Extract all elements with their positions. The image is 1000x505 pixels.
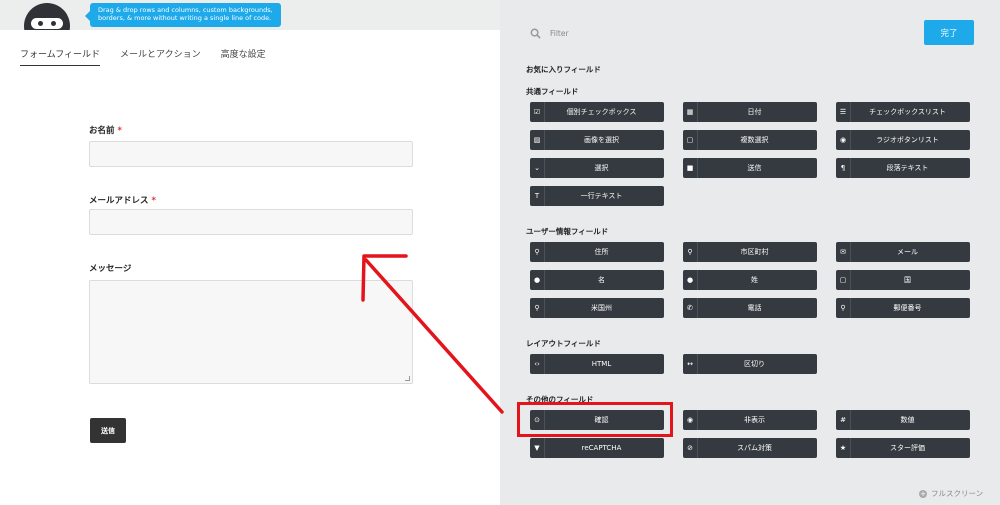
user-icon: ● bbox=[530, 270, 545, 290]
email-input[interactable] bbox=[89, 209, 413, 235]
square-icon: ▢ bbox=[683, 130, 698, 150]
field-anti-spam[interactable]: ⊘ スパム対策 bbox=[683, 438, 817, 458]
text-icon: T bbox=[530, 186, 545, 206]
field-single-line-text[interactable]: T 一行テキスト bbox=[530, 186, 664, 206]
search-icon bbox=[530, 28, 541, 39]
done-button[interactable]: 完了 bbox=[924, 20, 974, 45]
section-favorites: お気に入りフィールド bbox=[526, 65, 601, 74]
submit-button[interactable]: 送信 bbox=[90, 418, 126, 443]
form-preview-panel: フォームフィールド メールとアクション 高度な設定 お名前 * メールアドレス * … bbox=[0, 30, 500, 505]
field-email[interactable]: ✉ メール bbox=[836, 242, 970, 262]
phone-icon: ✆ bbox=[683, 298, 698, 318]
field-phone[interactable]: ✆ 電話 bbox=[683, 298, 817, 318]
stop-icon: ■ bbox=[683, 158, 698, 178]
builder-tabs: フォームフィールド メールとアクション 高度な設定 bbox=[20, 47, 266, 66]
hash-icon: # bbox=[836, 410, 851, 430]
field-divider[interactable]: ↔ 区切り bbox=[683, 354, 817, 374]
section-user-info: ユーザー情報フィールド bbox=[526, 227, 609, 236]
checkbox-icon: ☑ bbox=[530, 102, 545, 122]
field-zip[interactable]: ⚲ 郵便番号 bbox=[836, 298, 970, 318]
field-address[interactable]: ⚲ 住所 bbox=[530, 242, 664, 262]
map-marker-icon: ⚲ bbox=[683, 242, 698, 262]
map-marker-icon: ⚲ bbox=[530, 298, 545, 318]
ban-icon: ⊘ bbox=[683, 438, 698, 458]
field-submit[interactable]: ■ 送信 bbox=[683, 158, 817, 178]
field-checkbox-list[interactable]: ☰ チェックボックスリスト bbox=[836, 102, 970, 122]
field-us-state[interactable]: ⚲ 米国州 bbox=[530, 298, 664, 318]
tab-form-fields[interactable]: フォームフィールド bbox=[20, 47, 101, 66]
section-layout: レイアウトフィールド bbox=[526, 339, 601, 348]
filter-icon: ▼ bbox=[530, 438, 545, 458]
field-number[interactable]: # 数値 bbox=[836, 410, 970, 430]
tab-emails-actions[interactable]: メールとアクション bbox=[120, 47, 201, 66]
field-star-rating[interactable]: ★ スター評価 bbox=[836, 438, 970, 458]
square-icon: ▢ bbox=[836, 270, 851, 290]
divider-icon: ↔ bbox=[683, 354, 698, 374]
message-textarea[interactable] bbox=[89, 280, 413, 384]
promo-tooltip: Drag & drop rows and columns, custom bac… bbox=[85, 3, 281, 27]
plus-circle-icon: + bbox=[919, 489, 927, 498]
image-icon: ▨ bbox=[530, 130, 545, 150]
radio-icon: ◉ bbox=[836, 130, 851, 150]
field-hidden[interactable]: ◉ 非表示 bbox=[683, 410, 817, 430]
field-select-image[interactable]: ▨ 画像を選択 bbox=[530, 130, 664, 150]
map-marker-icon: ⚲ bbox=[836, 298, 851, 318]
message-field-label: メッセージ bbox=[89, 264, 132, 274]
filter-input[interactable]: Filter bbox=[550, 29, 569, 38]
field-recaptcha[interactable]: ▼ reCAPTCHA bbox=[530, 438, 664, 458]
list-icon: ☰ bbox=[836, 102, 851, 122]
resize-handle[interactable] bbox=[405, 376, 410, 381]
field-single-checkbox[interactable]: ☑ 個別チェックボックス bbox=[530, 102, 664, 122]
star-icon: ★ bbox=[836, 438, 851, 458]
field-multi-select[interactable]: ▢ 複数選択 bbox=[683, 130, 817, 150]
field-last-name[interactable]: ● 姓 bbox=[683, 270, 817, 290]
field-radio-list[interactable]: ◉ ラジオボタンリスト bbox=[836, 130, 970, 150]
chevron-down-icon: ⌄ bbox=[530, 158, 545, 178]
field-paragraph-text[interactable]: ¶ 段落テキスト bbox=[836, 158, 970, 178]
field-city[interactable]: ⚲ 市区町村 bbox=[683, 242, 817, 262]
name-field-label: お名前 * bbox=[89, 126, 122, 136]
fullscreen-toggle[interactable]: + フルスクリーン bbox=[919, 488, 983, 499]
name-input[interactable] bbox=[89, 141, 413, 167]
required-mark: * bbox=[151, 196, 156, 206]
section-common: 共通フィールド bbox=[526, 87, 579, 96]
user-icon: ● bbox=[683, 270, 698, 290]
required-mark: * bbox=[117, 126, 122, 136]
field-html[interactable]: ‹› HTML bbox=[530, 354, 664, 374]
calendar-icon: ▦ bbox=[683, 102, 698, 122]
eye-slash-icon: ◉ bbox=[683, 410, 698, 430]
highlight-box bbox=[517, 402, 673, 437]
email-field-label: メールアドレス * bbox=[89, 196, 156, 206]
field-first-name[interactable]: ● 名 bbox=[530, 270, 664, 290]
code-icon: ‹› bbox=[530, 354, 545, 374]
tab-advanced[interactable]: 高度な設定 bbox=[221, 47, 266, 66]
field-date[interactable]: ▦ 日付 bbox=[683, 102, 817, 122]
field-select[interactable]: ⌄ 選択 bbox=[530, 158, 664, 178]
field-country[interactable]: ▢ 国 bbox=[836, 270, 970, 290]
envelope-icon: ✉ bbox=[836, 242, 851, 262]
filter-box[interactable]: Filter bbox=[530, 24, 680, 42]
map-marker-icon: ⚲ bbox=[530, 242, 545, 262]
paragraph-icon: ¶ bbox=[836, 158, 851, 178]
